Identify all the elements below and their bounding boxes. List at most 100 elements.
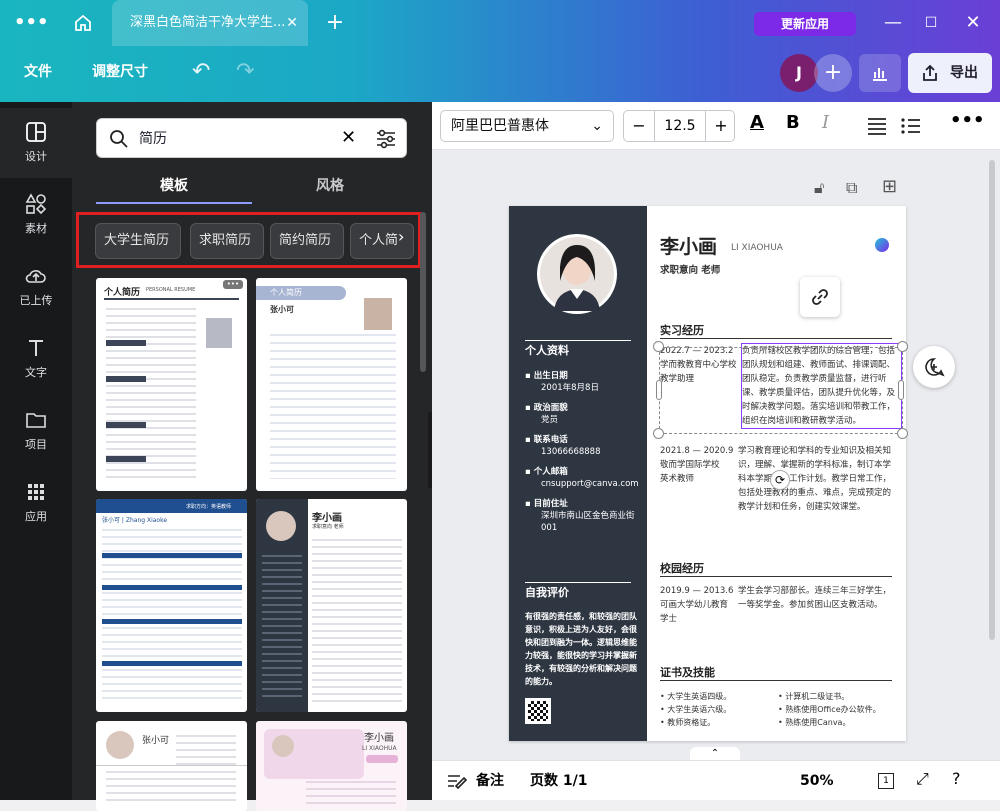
rail-elements[interactable]: 素材 (0, 180, 72, 250)
rail-design[interactable]: 设计 (0, 108, 72, 178)
profile-label: 目前住址 (533, 499, 568, 509)
maximize-icon[interactable]: ☐ (916, 0, 946, 46)
close-tab-icon[interactable]: ✕ (286, 0, 298, 46)
resize-menu[interactable]: 调整尺寸 (92, 46, 148, 98)
link-button[interactable] (800, 277, 840, 317)
profile-label: 个人邮箱 (533, 467, 568, 477)
thumb-name: 李小画 (364, 733, 394, 744)
folder-icon (26, 413, 46, 428)
chip-job-resume[interactable]: 求职简历 (190, 223, 264, 259)
cert-item: 熟练使用Office办公软件。 (785, 705, 881, 714)
resize-handle[interactable] (897, 341, 908, 352)
show-pages-toggle[interactable]: ⌃ (690, 747, 740, 761)
add-collaborator-button[interactable]: + (814, 54, 852, 92)
left-rail: 设计 素材 已上传 文字 项目 应用 (0, 102, 72, 800)
rail-label: 已上传 (19, 294, 53, 307)
thumb-title: 个人简历 (104, 288, 141, 298)
template-thumb-4[interactable]: 李小画 求职意向 老师 (256, 499, 407, 712)
file-menu[interactable]: 文件 (24, 46, 52, 98)
clear-search-icon[interactable]: ✕ (341, 127, 356, 148)
profile-section-title: 个人资料 (525, 344, 569, 357)
align-icon[interactable] (866, 116, 888, 136)
intern-desc: 学习教育理论和学科的专业知识及相关知识，理解、掌握新的学科标准，制订本学科本学期… (738, 446, 892, 512)
rail-uploads[interactable]: 已上传 (0, 252, 72, 322)
decrease-size-button[interactable]: − (624, 111, 654, 141)
chip-simple-resume[interactable]: 简约简历 (270, 223, 344, 259)
chevron-down-icon: ⌄ (591, 118, 603, 134)
duplicate-page-icon[interactable]: ⧉ (846, 178, 857, 198)
more-icon[interactable]: ••• (14, 0, 49, 46)
rail-label: 文字 (25, 366, 47, 379)
resize-handle[interactable] (653, 428, 664, 439)
list-icon[interactable] (900, 116, 922, 136)
template-panel: 简历 ✕ 模板 风格 大学生简历 求职简历 简约简历 个人简 › 个人简历 PE… (72, 102, 432, 811)
insights-button[interactable] (859, 54, 901, 92)
notes-button[interactable]: 备注 (476, 761, 504, 801)
qr-code (525, 698, 551, 724)
chevron-right-icon[interactable]: › (398, 227, 404, 246)
rotate-icon[interactable]: ⟳ (770, 470, 790, 490)
search-input[interactable]: 简历 ✕ (96, 118, 407, 158)
rail-text[interactable]: 文字 (0, 324, 72, 394)
shapes-icon (25, 193, 47, 215)
add-page-icon[interactable]: ⊞ (882, 176, 897, 197)
italic-icon[interactable]: I (822, 112, 829, 133)
rail-projects[interactable]: 项目 (0, 396, 72, 466)
redo-icon[interactable]: ↷ (236, 46, 254, 98)
font-family-select[interactable]: 阿里巴巴普惠体 ⌄ (440, 110, 614, 142)
template-thumb-2[interactable]: 个人简历 张小可 (256, 278, 407, 491)
home-icon[interactable] (68, 0, 98, 51)
resize-handle[interactable] (656, 380, 662, 400)
thumb-name-en: Zhang Xiaoke (125, 517, 168, 524)
filter-icon[interactable] (375, 128, 397, 150)
font-size-input[interactable]: 12.5 (654, 111, 706, 141)
template-thumb-3[interactable]: 张小可 | Zhang Xiaoke 求职方向：英语教师 (96, 499, 247, 712)
tab-styles[interactable]: 风格 (252, 172, 408, 204)
increase-size-button[interactable]: + (706, 111, 736, 141)
avatar[interactable]: J (780, 54, 818, 92)
notes-icon[interactable] (446, 772, 468, 790)
close-window-icon[interactable]: ✕ (958, 0, 988, 46)
resize-handle[interactable] (653, 341, 664, 352)
export-button[interactable]: 导出 (908, 53, 992, 93)
text-icon (29, 340, 43, 356)
minimize-icon[interactable]: — (878, 0, 908, 46)
template-thumb-5[interactable]: 张小可 (96, 721, 247, 811)
cert-item: 计算机二级证书。 (785, 692, 850, 701)
tab-templates[interactable]: 模板 (96, 172, 252, 204)
more-options-icon[interactable]: ••• (950, 110, 985, 131)
page-count[interactable]: 页数 1/1 (530, 761, 587, 801)
profile-label: 出生日期 (533, 371, 568, 381)
document-tab[interactable]: 深黑白色简洁干净大学生... ✕ (112, 0, 308, 46)
rail-apps[interactable]: 应用 (0, 468, 72, 538)
cloud-upload-icon (25, 270, 46, 283)
fullscreen-icon[interactable]: ⤢ (916, 769, 929, 789)
rail-label: 素材 (25, 222, 47, 235)
page-grid-icon[interactable]: 1 (878, 773, 894, 789)
add-comment-button[interactable] (913, 346, 955, 388)
thumb-name: 张小可 (270, 305, 294, 314)
lock-icon[interactable]: 🔓︎ (814, 178, 824, 198)
self-eval-text: 有很强的责任感，和较强的团队意识，积极上进为人友好，会很快和团到融为一体。逻辑思… (525, 612, 637, 686)
update-app-button[interactable]: 更新应用 (754, 12, 856, 36)
text-color-icon[interactable]: A (750, 112, 764, 133)
bold-icon[interactable]: B (786, 112, 800, 133)
panel-scrollbar[interactable] (420, 212, 426, 372)
intern-org: 敬而学国际学校 (660, 460, 720, 470)
intern-section-title: 实习经历 (660, 324, 704, 337)
selection-box (659, 347, 903, 434)
cert-item: 大学生英语四级。 (667, 692, 732, 701)
resize-handle[interactable] (898, 380, 904, 400)
profile-photo[interactable] (537, 234, 617, 314)
zoom-level[interactable]: 50% (800, 761, 834, 801)
more-icon[interactable]: ••• (223, 280, 243, 289)
template-thumb-1[interactable]: 个人简历 PERSONAL RESUME ••• (96, 278, 247, 491)
help-icon[interactable]: ? (952, 769, 961, 788)
chip-college-resume[interactable]: 大学生简历 (95, 223, 181, 259)
template-thumb-6[interactable]: 李小画 LI XIAOHUA (256, 721, 407, 811)
resume-page[interactable]: 个人资料 ▪︎ 出生日期 2001年8月8日 ▪︎ 政治面貌 党员 ▪︎ 联系电话 1… (509, 206, 906, 741)
resize-handle[interactable] (897, 428, 908, 439)
undo-icon[interactable]: ↶ (192, 46, 210, 98)
new-tab-icon[interactable]: + (322, 0, 348, 46)
canvas-scrollbar[interactable] (989, 160, 995, 640)
